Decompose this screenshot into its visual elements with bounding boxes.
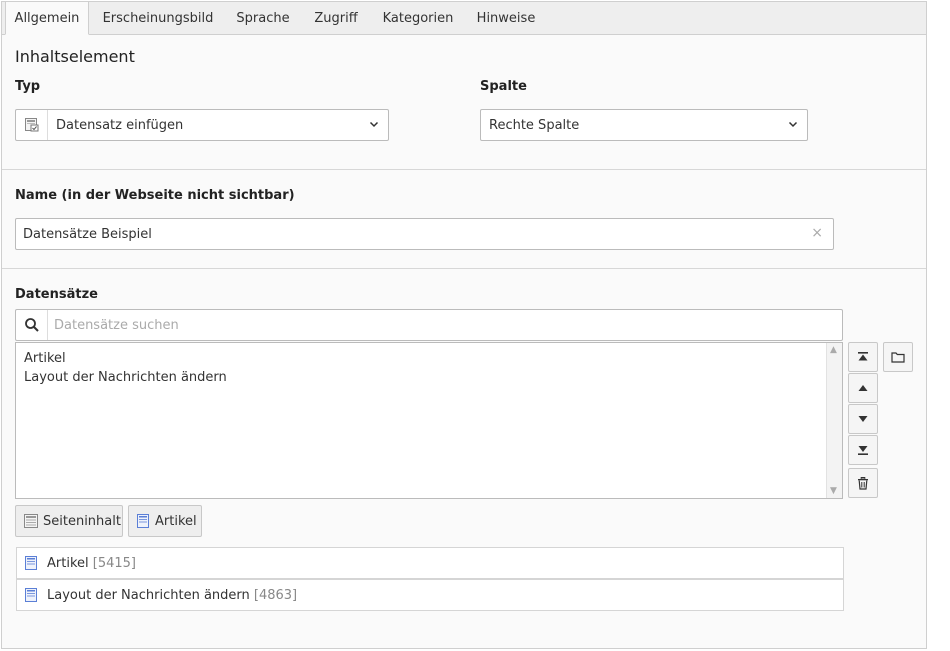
add-article-label: Artikel: [155, 514, 197, 529]
move-bottom-icon: [858, 446, 868, 455]
move-to-bottom-button[interactable]: [848, 435, 878, 465]
page-icon: [25, 588, 37, 602]
type-label: Typ: [15, 79, 41, 94]
name-input[interactable]: Datensätze Beispiel ×: [15, 218, 834, 250]
records-search-input[interactable]: Datensätze suchen: [15, 309, 843, 341]
chevron-down-icon: [788, 121, 798, 128]
tab-allgemein[interactable]: Allgemein: [5, 1, 89, 35]
add-content-element-label: Seiteninhalt: [43, 514, 121, 529]
content-element-icon: [24, 514, 38, 528]
type-select-value: Datensatz einfügen: [56, 118, 184, 133]
scroll-up-icon[interactable]: ▲: [830, 345, 837, 355]
move-to-top-button[interactable]: [848, 342, 878, 372]
list-item-uid: [4863]: [253, 588, 298, 603]
column-select[interactable]: Rechte Spalte: [480, 109, 808, 141]
column-select-value: Rechte Spalte: [489, 118, 580, 133]
content-element-form: Allgemein Erscheinungsbild Sprache Zugri…: [1, 1, 927, 649]
name-input-value: Datensätze Beispiel: [23, 227, 152, 242]
list-item-uid: [5415]: [92, 556, 136, 571]
chevron-down-icon: [369, 121, 379, 128]
arrow-down-icon: [858, 416, 868, 422]
list-item-title: Artikel: [47, 556, 89, 571]
search-placeholder: Datensätze suchen: [54, 318, 179, 333]
tab-bar: Allgemein Erscheinungsbild Sprache Zugri…: [2, 1, 926, 35]
records-label: Datensätze: [15, 287, 98, 302]
type-select[interactable]: Datensatz einfügen: [15, 109, 389, 141]
search-icon: [16, 310, 48, 340]
browse-records-button[interactable]: [883, 342, 913, 372]
selected-record-item[interactable]: Artikel: [24, 351, 66, 366]
tab-erscheinungsbild[interactable]: Erscheinungsbild: [94, 2, 222, 35]
tab-hinweise[interactable]: Hinweise: [467, 2, 545, 35]
section-divider: [2, 268, 926, 269]
move-down-button[interactable]: [848, 404, 878, 434]
selected-record-item[interactable]: Layout der Nachrichten ändern: [24, 370, 227, 385]
move-up-button[interactable]: [848, 373, 878, 403]
add-article-button[interactable]: Artikel: [128, 505, 202, 537]
arrow-up-icon: [858, 385, 868, 391]
clear-icon[interactable]: ×: [811, 225, 823, 241]
section-heading: Inhaltselement: [15, 47, 135, 66]
list-item[interactable]: Artikel [5415]: [16, 547, 844, 579]
column-label: Spalte: [480, 79, 527, 94]
delete-button[interactable]: [848, 468, 878, 498]
list-item[interactable]: Layout der Nachrichten ändern [4863]: [16, 579, 844, 611]
list-item-title: Layout der Nachrichten ändern: [47, 588, 250, 603]
move-top-icon: [858, 352, 868, 361]
page-icon: [25, 556, 37, 570]
selected-records-list[interactable]: Artikel Layout der Nachrichten ändern ▲ …: [15, 342, 843, 499]
tab-zugriff[interactable]: Zugriff: [304, 2, 368, 35]
tab-kategorien[interactable]: Kategorien: [372, 2, 464, 35]
folder-icon: [891, 352, 905, 363]
trash-icon: [858, 477, 868, 490]
section-divider: [2, 169, 926, 170]
name-label: Name (in der Webseite nicht sichtbar): [15, 188, 295, 203]
add-content-element-button[interactable]: Seiteninhalt: [15, 505, 123, 537]
tab-sprache[interactable]: Sprache: [224, 2, 302, 35]
insert-record-icon: [16, 110, 48, 140]
page-icon: [137, 514, 149, 528]
scrollbar[interactable]: ▲ ▼: [826, 343, 842, 498]
scroll-down-icon[interactable]: ▼: [830, 486, 837, 496]
